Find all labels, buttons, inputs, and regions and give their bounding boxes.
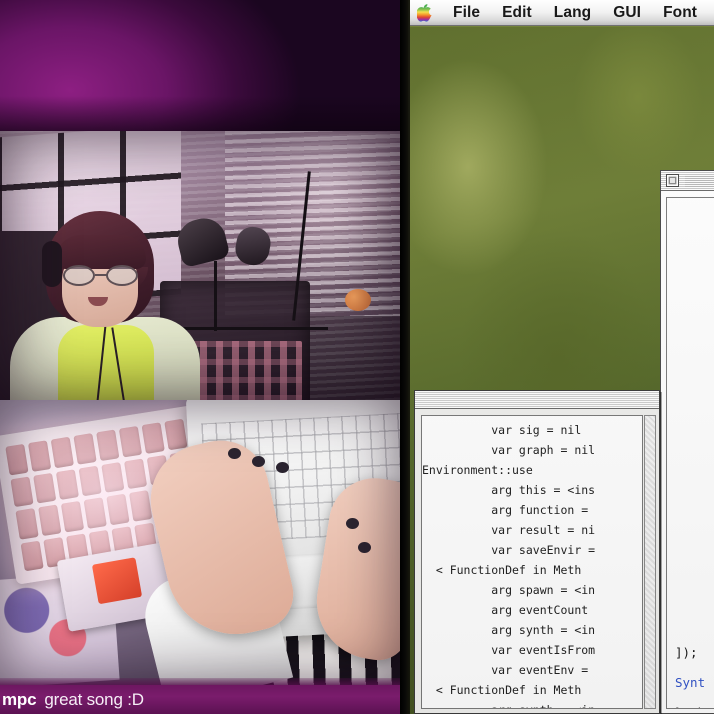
- title-bar-stripes: [685, 174, 714, 187]
- chat-username: mpc: [2, 689, 37, 709]
- post-body[interactable]: var sig = nil var graph = nil Environmen…: [421, 415, 643, 709]
- person-shirt: [58, 325, 154, 403]
- fingernail: [252, 456, 265, 467]
- code-editor-window[interactable]: ]); Synt }, b: [660, 170, 714, 714]
- menu-item-lang[interactable]: Lang: [543, 4, 602, 22]
- menu-item-gui[interactable]: GUI: [602, 4, 652, 22]
- stream-layout: mpc great song :D ]); Synt }, b var sig …: [0, 0, 714, 714]
- editor-line: Synt: [675, 675, 706, 690]
- menu-item-file[interactable]: File: [442, 4, 491, 22]
- apple-logo-icon[interactable]: [408, 3, 442, 22]
- post-window[interactable]: var sig = nil var graph = nil Environmen…: [414, 390, 660, 714]
- close-box-icon[interactable]: [666, 174, 679, 187]
- mac-menu-bar[interactable]: File Edit Lang GUI Font: [408, 0, 714, 26]
- face-cam-feed: [0, 131, 400, 403]
- orange-object: [345, 289, 371, 311]
- chat-overlay: mpc great song :D: [0, 685, 402, 714]
- editor-code: ]); Synt }, b: [675, 638, 714, 708]
- stream-left-panel: mpc great song :D: [0, 0, 402, 714]
- mic-arm: [214, 261, 217, 331]
- menu-item-font[interactable]: Font: [652, 4, 708, 22]
- post-title-bar[interactable]: [415, 391, 659, 409]
- menu-item-edit[interactable]: Edit: [491, 4, 543, 22]
- editor-body[interactable]: ]); Synt }, b: [666, 197, 714, 709]
- post-output: var sig = nil var graph = nil Environmen…: [422, 423, 596, 708]
- chat-message: great song :D: [44, 689, 144, 709]
- editor-title-bar[interactable]: [661, 171, 714, 191]
- fingernail: [346, 518, 359, 529]
- headphones: [42, 241, 62, 287]
- editor-line: ]);: [675, 645, 698, 660]
- fingernail: [358, 542, 371, 553]
- eyeglasses: [62, 265, 140, 287]
- mac-screen-capture: ]); Synt }, b var sig = nil var graph = …: [408, 0, 714, 714]
- vertical-scrollbar[interactable]: [644, 415, 656, 709]
- fingernail: [276, 462, 289, 473]
- panel-divider: [400, 0, 410, 714]
- purple-backdrop: [0, 0, 402, 140]
- editor-line: }, b: [675, 705, 705, 708]
- fingernail: [228, 448, 241, 459]
- overhead-cam-feed: [0, 400, 400, 685]
- person-fringe: [56, 235, 146, 269]
